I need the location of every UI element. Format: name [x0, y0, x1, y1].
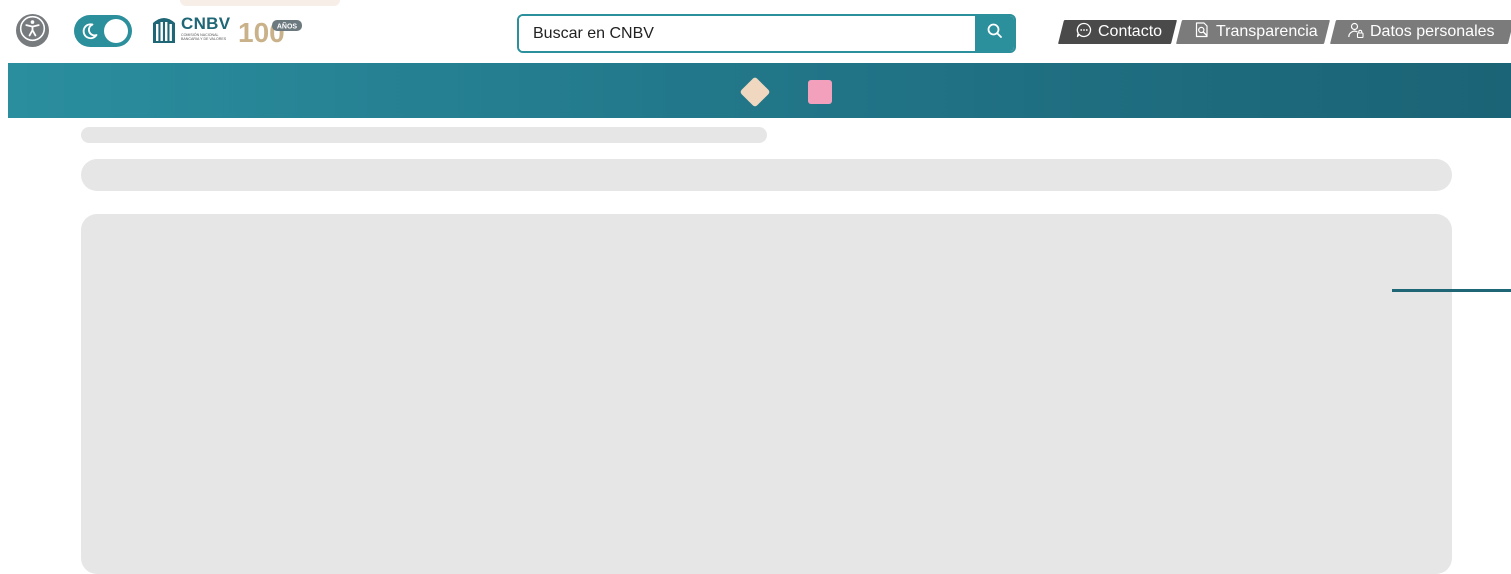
contacto-link[interactable]: Contacto	[1058, 20, 1177, 44]
accessibility-icon	[19, 15, 46, 47]
search-box	[517, 14, 1016, 53]
search-button[interactable]	[975, 16, 1014, 51]
skeleton-title	[81, 159, 1452, 191]
accessibility-button[interactable]	[16, 14, 49, 47]
toggle-knob	[104, 19, 128, 43]
logo-brand-text: CNBV	[181, 14, 231, 33]
anniversary-100-mark: 100 AÑOS	[238, 17, 302, 46]
anniversary-word: AÑOS	[277, 22, 298, 31]
cnbv-logo[interactable]: CNBV Comisión Nacional Bancaria y de Val…	[150, 13, 310, 49]
user-lock-icon	[1347, 21, 1370, 44]
decorative-square	[808, 80, 832, 104]
skeleton-breadcrumb	[81, 127, 767, 143]
skeleton-content-block	[81, 214, 1452, 574]
datos-personales-label: Datos personales	[1370, 23, 1495, 40]
dark-mode-toggle[interactable]	[74, 15, 132, 47]
search-input[interactable]	[519, 16, 975, 51]
contacto-label: Contacto	[1098, 23, 1163, 40]
moon-icon	[80, 21, 100, 41]
cnbv-emblem-icon	[150, 13, 178, 50]
search-icon	[986, 22, 1004, 45]
top-decoration	[180, 0, 340, 6]
datos-personales-link[interactable]: Datos personales	[1330, 20, 1511, 44]
side-accent-line	[1392, 289, 1511, 292]
chat-bubble-icon	[1075, 21, 1098, 44]
logo-subtitle: Comisión Nacional Bancaria y de Valores	[181, 33, 227, 41]
transparencia-label: Transparencia	[1216, 23, 1318, 40]
transparencia-link[interactable]: Transparencia	[1176, 20, 1330, 44]
document-search-icon	[1193, 21, 1216, 44]
top-bar: CNBV Comisión Nacional Bancaria y de Val…	[0, 0, 1511, 63]
